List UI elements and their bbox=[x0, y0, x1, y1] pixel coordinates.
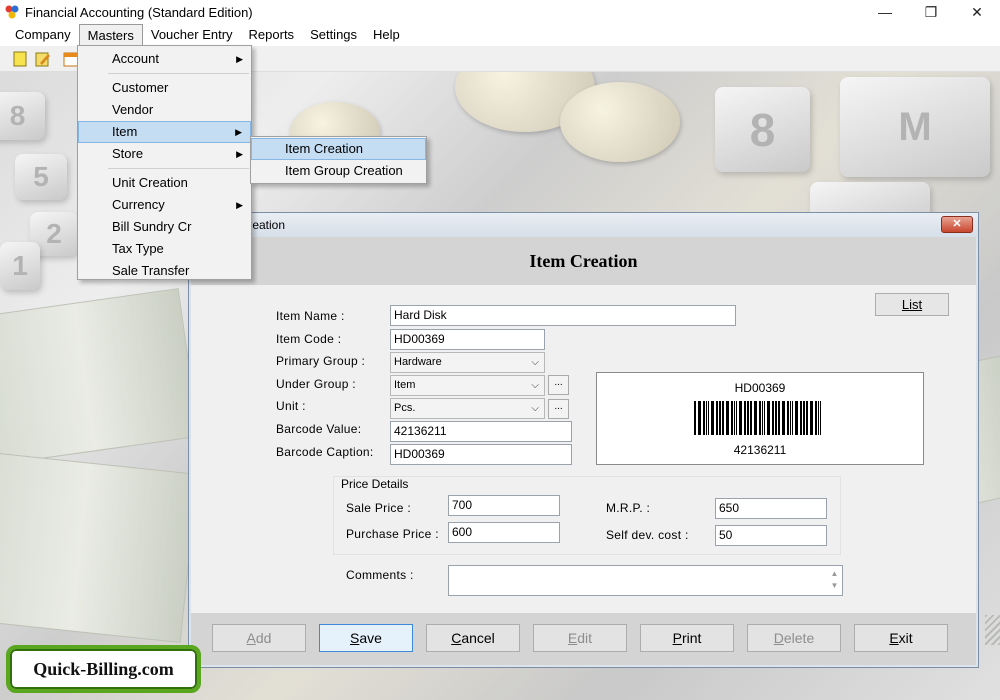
under-group-label: Under Group : bbox=[276, 377, 356, 391]
menu-item-tax-type[interactable]: Tax Type bbox=[78, 238, 251, 260]
menu-reports[interactable]: Reports bbox=[241, 24, 303, 46]
sale-price-input[interactable]: 700 bbox=[448, 495, 560, 516]
chevron-right-icon: ▶ bbox=[236, 54, 243, 64]
menu-separator bbox=[108, 73, 249, 74]
list-button[interactable]: List bbox=[875, 293, 949, 316]
menu-bar: Company Masters Voucher Entry Reports Se… bbox=[0, 24, 1000, 46]
menu-item-account[interactable]: Account ▶ bbox=[78, 48, 251, 70]
close-button[interactable]: ✕ bbox=[954, 0, 1000, 24]
under-group-browse-button[interactable]: ... bbox=[548, 375, 569, 395]
menu-masters[interactable]: Masters bbox=[78, 24, 143, 46]
menu-item-sale-transfer[interactable]: Sale Transfer bbox=[78, 260, 251, 282]
menu-item-customer[interactable]: Customer bbox=[78, 77, 251, 99]
item-creation-dialog: Item Creation ✕ Item Creation List Item … bbox=[188, 212, 979, 668]
menu-item-item-group-creation[interactable]: Item Group Creation bbox=[251, 160, 426, 182]
purchase-price-label: Purchase Price : bbox=[346, 527, 439, 541]
chevron-down-icon: ⌵ bbox=[531, 357, 539, 368]
app-logo-icon bbox=[4, 4, 20, 20]
app-titlebar: Financial Accounting (Standard Edition) … bbox=[0, 0, 1000, 24]
delete-button[interactable]: Delete bbox=[747, 624, 841, 652]
dialog-body: Item Creation List Item Name : Item Code… bbox=[191, 237, 976, 665]
price-details-title: Price Details bbox=[339, 477, 411, 491]
barcode-value-input[interactable]: 42136211 bbox=[390, 421, 572, 442]
exit-button[interactable]: Exit bbox=[854, 624, 948, 652]
save-button[interactable]: Save bbox=[319, 624, 413, 652]
item-name-input[interactable]: Hard Disk bbox=[390, 305, 736, 326]
masters-dropdown: Account ▶ Customer Vendor Item ▶ Store ▶ Un… bbox=[77, 45, 252, 280]
print-button[interactable]: Print bbox=[640, 624, 734, 652]
item-submenu: Item Creation Item Group Creation bbox=[250, 136, 427, 184]
primary-group-select[interactable]: Hardware ⌵ bbox=[390, 352, 545, 373]
menu-item-vendor[interactable]: Vendor bbox=[78, 99, 251, 121]
menu-company[interactable]: Company bbox=[7, 24, 79, 46]
menu-item-currency[interactable]: Currency ▶ bbox=[78, 194, 251, 216]
app-title: Financial Accounting (Standard Edition) bbox=[25, 4, 253, 20]
menu-help[interactable]: Help bbox=[365, 24, 408, 46]
comments-textarea[interactable]: ▲ ▼ bbox=[448, 565, 843, 596]
unit-select[interactable]: Pcs. ⌵ bbox=[390, 398, 545, 419]
dialog-close-button[interactable]: ✕ bbox=[941, 216, 973, 233]
comments-label: Comments : bbox=[346, 568, 414, 582]
resize-grip[interactable] bbox=[985, 615, 1000, 645]
primary-group-label: Primary Group : bbox=[276, 354, 366, 368]
add-button[interactable]: Add bbox=[212, 624, 306, 652]
item-code-label: Item Code : bbox=[276, 332, 342, 346]
dialog-titlebar[interactable]: Item Creation ✕ bbox=[189, 213, 978, 237]
barcode-caption-input[interactable]: HD00369 bbox=[390, 444, 572, 465]
form-heading: Item Creation bbox=[529, 251, 638, 271]
self-dev-cost-label: Self dev. cost : bbox=[606, 528, 689, 542]
item-name-label: Item Name : bbox=[276, 309, 345, 323]
edit-icon[interactable] bbox=[35, 51, 51, 67]
chevron-down-icon: ⌵ bbox=[531, 403, 539, 414]
cancel-button[interactable]: Cancel bbox=[426, 624, 520, 652]
barcode-preview: HD00369 42136211 bbox=[596, 372, 924, 465]
menu-settings[interactable]: Settings bbox=[302, 24, 365, 46]
menu-item-item-creation[interactable]: Item Creation bbox=[251, 138, 426, 160]
barcode-caption-label: Barcode Caption: bbox=[276, 445, 374, 459]
mrp-input[interactable]: 650 bbox=[715, 498, 827, 519]
menu-item-bill-sundry[interactable]: Bill Sundry Cr bbox=[78, 216, 251, 238]
unit-browse-button[interactable]: ... bbox=[548, 399, 569, 419]
barcode-value-label: Barcode Value: bbox=[276, 422, 362, 436]
minimize-button[interactable]: — bbox=[862, 0, 908, 24]
barcode-bars bbox=[694, 401, 824, 435]
barcode-caption-text: HD00369 bbox=[734, 381, 786, 395]
unit-label: Unit : bbox=[276, 399, 306, 413]
chevron-down-icon: ⌵ bbox=[531, 380, 539, 391]
maximize-button[interactable]: ❐ bbox=[908, 0, 954, 24]
menu-item-item[interactable]: Item ▶ bbox=[78, 121, 251, 143]
barcode-value-text: 42136211 bbox=[733, 443, 787, 457]
chevron-right-icon: ▶ bbox=[236, 149, 243, 159]
menu-voucher-entry[interactable]: Voucher Entry bbox=[143, 24, 241, 46]
chevron-right-icon: ▶ bbox=[235, 127, 242, 137]
sale-price-label: Sale Price : bbox=[346, 501, 411, 515]
chevron-right-icon: ▶ bbox=[236, 200, 243, 210]
brand-badge: Quick-Billing.com bbox=[6, 645, 201, 693]
mrp-label: M.R.P. : bbox=[606, 501, 651, 515]
scroll-arrows-icon[interactable]: ▲ ▼ bbox=[829, 568, 840, 592]
item-code-input[interactable]: HD00369 bbox=[390, 329, 545, 350]
edit-button[interactable]: Edit bbox=[533, 624, 627, 652]
action-button-bar: Add Save Cancel Edit Print Delete Exit bbox=[191, 613, 976, 665]
menu-item-store[interactable]: Store ▶ bbox=[78, 143, 251, 165]
barcode-bar bbox=[820, 401, 821, 435]
self-dev-cost-input[interactable]: 50 bbox=[715, 525, 827, 546]
under-group-select[interactable]: Item ⌵ bbox=[390, 375, 545, 396]
new-icon[interactable] bbox=[12, 51, 28, 67]
purchase-price-input[interactable]: 600 bbox=[448, 522, 560, 543]
menu-separator bbox=[108, 168, 249, 169]
menu-item-unit-creation[interactable]: Unit Creation bbox=[78, 172, 251, 194]
